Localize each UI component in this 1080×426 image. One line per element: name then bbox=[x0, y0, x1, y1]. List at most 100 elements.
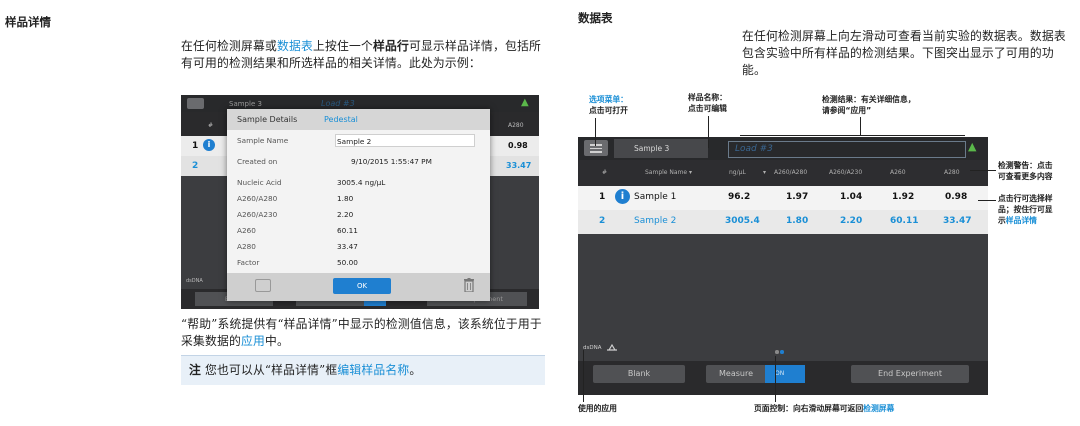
data-table-screenshot: Sample 3 Load #3 ▲ # Sample Name ▾ ng/µL… bbox=[578, 137, 988, 395]
dialog-tab-pedestal: Pedestal bbox=[324, 115, 358, 124]
load-tab-label: Load #3 bbox=[321, 99, 355, 108]
detail-value: 50.00 bbox=[337, 258, 358, 267]
row-a260-a230: 1.04 bbox=[840, 192, 863, 202]
dialog-title: Sample Details bbox=[237, 115, 298, 124]
row-concentration: 96.2 bbox=[728, 192, 751, 202]
callout-row-line: 示样品详情 bbox=[998, 215, 1053, 226]
detail-value: 60.11 bbox=[337, 226, 358, 235]
callout-menu-title: 选项菜单： bbox=[589, 95, 628, 104]
intro-text-2: 上按住一个 bbox=[312, 39, 373, 53]
row-a260-a280: 1.80 bbox=[786, 216, 809, 226]
header-concentration: ng/µL bbox=[729, 169, 746, 176]
callout-row: 点击行可选择样 品；按住行可显 示样品详情 bbox=[998, 193, 1053, 226]
detail-value: Sample 2 bbox=[337, 137, 372, 146]
callout-options-menu: 选项菜单： 点击可打开 bbox=[589, 94, 628, 116]
detail-value: 33.47 bbox=[337, 242, 358, 251]
page-indicator bbox=[775, 350, 785, 354]
row-a260: 1.92 bbox=[892, 192, 915, 202]
application-link[interactable]: 应用 bbox=[241, 334, 265, 348]
data-table-intro: 在任何检测屏幕上向左滑动可查看当前实验的数据表。数据表包含实验中所有样品的检测结… bbox=[742, 29, 1066, 77]
note-end: 。 bbox=[409, 363, 422, 377]
detail-label: Created on bbox=[237, 157, 278, 166]
print-icon bbox=[255, 279, 271, 292]
header-a260: A260 bbox=[890, 169, 906, 176]
row-a280-value: 0.98 bbox=[508, 141, 528, 150]
signal-icon: ▲ bbox=[521, 97, 529, 108]
leader-line bbox=[860, 117, 861, 135]
callout-results-title: 检测结果：有关详细信息， bbox=[822, 95, 916, 104]
ok-button: OK bbox=[333, 278, 391, 294]
note-body: 您也可以从“样品详情”框 bbox=[201, 363, 338, 377]
sample-tab-label: Sample 3 bbox=[614, 139, 708, 158]
callout-menu-desc: 点击可打开 bbox=[589, 106, 628, 115]
callout-row-line: 点击行可选择样 bbox=[998, 194, 1053, 203]
header-a280: A280 bbox=[944, 169, 960, 176]
note-box: 注 您也可以从“样品详情”框编辑样品名称。 bbox=[181, 355, 545, 385]
row-number: 1 bbox=[599, 192, 606, 202]
callout-warning-title: 检测警告：点击 bbox=[998, 161, 1053, 170]
load-tab-label: Load #3 bbox=[728, 141, 966, 158]
blank-button: Blank bbox=[593, 365, 685, 383]
header-sample-name: Sample Name ▾ bbox=[645, 169, 693, 176]
detail-value: 1.80 bbox=[337, 194, 354, 203]
callout-sample-name: 样品名称： 点击可编辑 bbox=[688, 92, 727, 114]
callout-results: 检测结果：有关详细信息， 请参阅“应用” bbox=[822, 94, 916, 116]
help-system-text: “帮助”系统提供有“样品详情”中显示的检测值信息，该系统位于用于采集数据的应用中… bbox=[181, 316, 547, 350]
leader-line bbox=[740, 135, 965, 136]
signal-icon: ▲ bbox=[968, 140, 977, 153]
callout-warning-desc: 可查看更多内容 bbox=[998, 172, 1053, 181]
leader-line bbox=[978, 200, 996, 201]
app-label: dsDNA bbox=[583, 345, 602, 351]
row-number: 2 bbox=[192, 161, 199, 171]
row-a260: 60.11 bbox=[890, 216, 919, 226]
row-a280-value: 33.47 bbox=[506, 161, 532, 170]
end-experiment-button: End Experiment bbox=[851, 365, 969, 383]
header-a280: A280 bbox=[508, 122, 524, 129]
sample-tab-label: Sample 3 bbox=[229, 100, 262, 108]
sample-details-dialog: Sample Details Pedestal Sample Name Samp… bbox=[227, 109, 490, 301]
callout-app-used: 使用的应用 bbox=[578, 404, 617, 413]
row-sample-name: Sample 1 bbox=[634, 192, 677, 202]
menu-icon bbox=[584, 140, 608, 156]
callout-results-desc: 请参阅“应用” bbox=[822, 106, 872, 115]
data-table-link[interactable]: 数据表 bbox=[277, 39, 313, 53]
header-a260-a230: A260/A230 bbox=[829, 169, 863, 176]
trash-icon bbox=[464, 278, 474, 292]
detail-value: 3005.4 ng/µL bbox=[337, 178, 386, 187]
callout-page-text: 页面控制：向右滑动屏幕可返回 bbox=[754, 404, 864, 413]
leader-line bbox=[595, 118, 596, 146]
info-icon: i bbox=[203, 139, 215, 151]
leader-line bbox=[708, 116, 709, 148]
leader-line bbox=[775, 356, 776, 402]
measure-button: Measure bbox=[706, 365, 766, 383]
callout-name-desc: 点击可编辑 bbox=[688, 104, 727, 113]
help-text-1: “帮助”系统提供有“样品详情”中显示的检测值信息，该系统位于用于采集数据的 bbox=[181, 317, 542, 348]
row-sample-name: Sample 2 bbox=[634, 216, 677, 226]
help-text-2: 中。 bbox=[265, 334, 289, 348]
measure-screen-link[interactable]: 检测屏幕 bbox=[863, 404, 894, 413]
row-a280: 33.47 bbox=[943, 216, 972, 226]
callout-name-title: 样品名称： bbox=[688, 93, 727, 102]
sample-details-link[interactable]: 样品详情 bbox=[1006, 216, 1037, 225]
pedestal-icon bbox=[607, 343, 617, 351]
row-number: 2 bbox=[599, 216, 606, 226]
leader-line bbox=[583, 350, 584, 402]
detail-label: A260 bbox=[237, 226, 256, 235]
menu-icon bbox=[187, 98, 204, 109]
callout-warning: 检测警告：点击 可查看更多内容 bbox=[998, 160, 1053, 182]
note-label: 注 bbox=[189, 363, 201, 377]
row-a260-a280: 1.97 bbox=[786, 192, 809, 202]
leader-line bbox=[970, 170, 996, 171]
app-label: dsDNA bbox=[186, 278, 203, 284]
note-text: 注 您也可以从“样品详情”框编辑样品名称。 bbox=[189, 362, 421, 379]
edit-sample-name-link[interactable]: 编辑样品名称 bbox=[337, 363, 409, 377]
callout-row-text: 示 bbox=[998, 216, 1006, 225]
section-heading-sample-details: 样品详情 bbox=[5, 15, 51, 29]
header-hash: # bbox=[208, 122, 214, 129]
header-hash: # bbox=[602, 169, 608, 176]
sample-row-term: 样品行 bbox=[372, 39, 409, 53]
on-toggle: ON bbox=[765, 365, 805, 383]
callout-row-line: 品；按住行可显 bbox=[998, 205, 1053, 214]
header-a260-a280: A260/A280 bbox=[774, 169, 808, 176]
sample-details-intro: 在任何检测屏幕或数据表上按住一个样品行可显示样品详情，包括所有可用的检测结果和所… bbox=[181, 38, 547, 72]
